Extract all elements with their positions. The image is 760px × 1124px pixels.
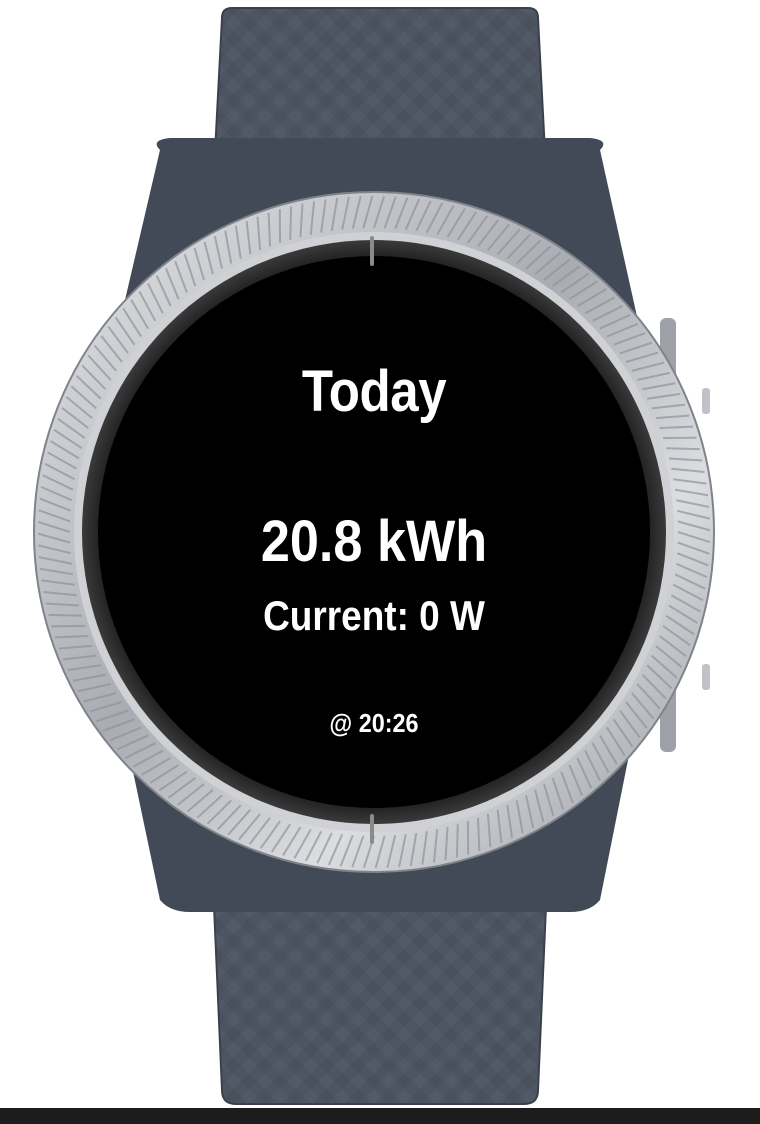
energy-today-value: 20.8 kWh — [260, 509, 488, 574]
marker-6 — [370, 814, 374, 844]
updated-time: @ 20:26 — [329, 708, 419, 738]
bottom-bar — [0, 1108, 760, 1124]
screen-title: Today — [301, 359, 447, 424]
watch-screen[interactable]: Today 20.8 kWh Current: 0 W @ 20:26 — [104, 248, 644, 788]
watch-device: Today 20.8 kWh Current: 0 W @ 20:26 — [0, 0, 760, 1124]
current-power-value: Current: 0 W — [263, 592, 485, 639]
